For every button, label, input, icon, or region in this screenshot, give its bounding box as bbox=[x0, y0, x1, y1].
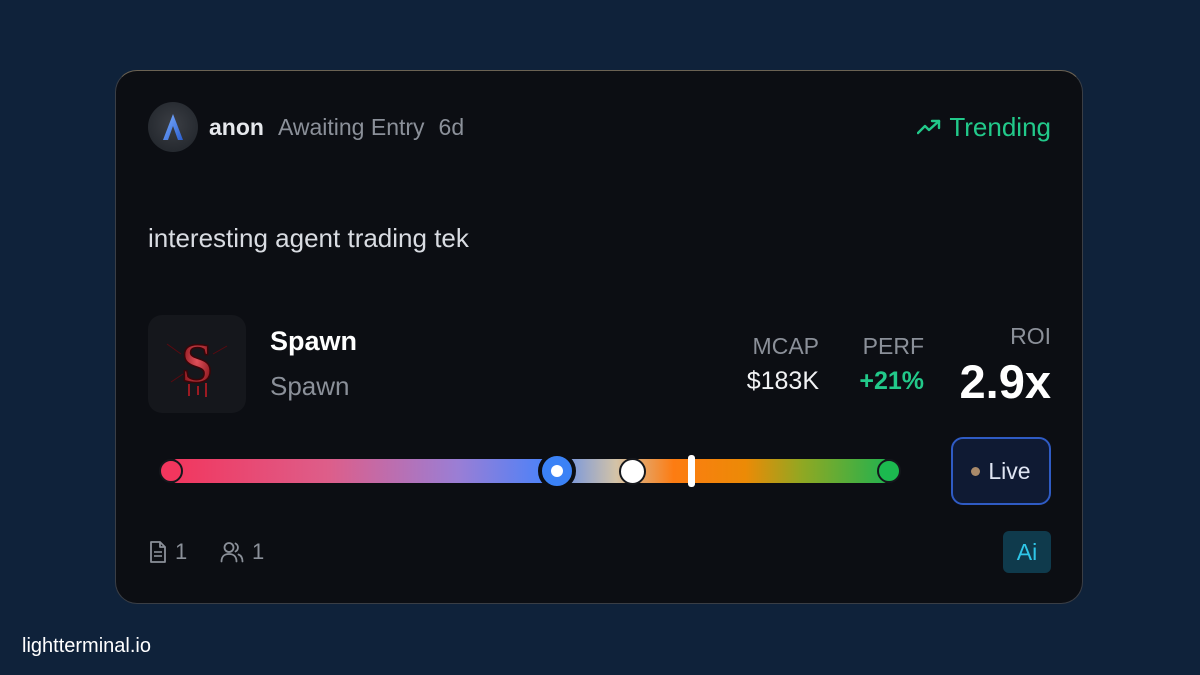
price-range-bar bbox=[159, 452, 901, 490]
range-end-marker bbox=[877, 459, 901, 483]
docs-count[interactable]: 1 bbox=[149, 539, 187, 565]
perf-label: PERF bbox=[862, 333, 924, 359]
token-logo-letter: S bbox=[181, 333, 212, 395]
token-subtitle: Spawn bbox=[270, 371, 350, 401]
entry-status: Awaiting Entry bbox=[277, 114, 425, 140]
current-marker bbox=[619, 458, 646, 485]
live-button[interactable]: Live bbox=[951, 437, 1051, 505]
site-watermark: lightterminal.io bbox=[22, 635, 151, 657]
chevron-up-icon bbox=[163, 114, 183, 140]
live-label: Live bbox=[988, 457, 1031, 484]
author-name[interactable]: anon bbox=[209, 114, 264, 140]
token-name[interactable]: Spawn bbox=[270, 326, 357, 357]
range-start-marker bbox=[159, 459, 183, 483]
trending-badge: Trending bbox=[917, 111, 1051, 143]
mcap-value: $183K bbox=[746, 367, 819, 395]
users-count-value: 1 bbox=[252, 539, 265, 564]
document-icon bbox=[150, 541, 166, 563]
page: anon Awaiting Entry 6d Trending interestin… bbox=[0, 0, 1200, 675]
perf-value: +21% bbox=[859, 367, 924, 395]
trending-up-icon bbox=[917, 119, 941, 135]
post-age: 6d bbox=[438, 114, 465, 140]
range-track bbox=[171, 459, 889, 483]
avatar[interactable] bbox=[148, 102, 198, 152]
entry-marker bbox=[538, 452, 576, 490]
mcap-label: MCAP bbox=[752, 333, 819, 359]
bloody-s-logo: S bbox=[166, 332, 228, 397]
status-dot-icon bbox=[971, 466, 981, 476]
users-count[interactable]: 1 bbox=[220, 539, 264, 565]
ai-badge[interactable]: Ai bbox=[1003, 531, 1051, 573]
roi-value: 2.9x bbox=[959, 355, 1051, 408]
trending-label: Trending bbox=[949, 112, 1051, 142]
users-icon bbox=[220, 542, 244, 563]
roi-label: ROI bbox=[1010, 323, 1051, 349]
target-tick bbox=[688, 455, 695, 487]
post-meta: anon Awaiting Entry 6d bbox=[209, 112, 464, 142]
token-image[interactable]: S bbox=[148, 315, 246, 413]
post-note: interesting agent trading tek bbox=[148, 223, 469, 253]
post-card[interactable]: anon Awaiting Entry 6d Trending interestin… bbox=[115, 70, 1083, 604]
docs-count-value: 1 bbox=[175, 539, 188, 564]
